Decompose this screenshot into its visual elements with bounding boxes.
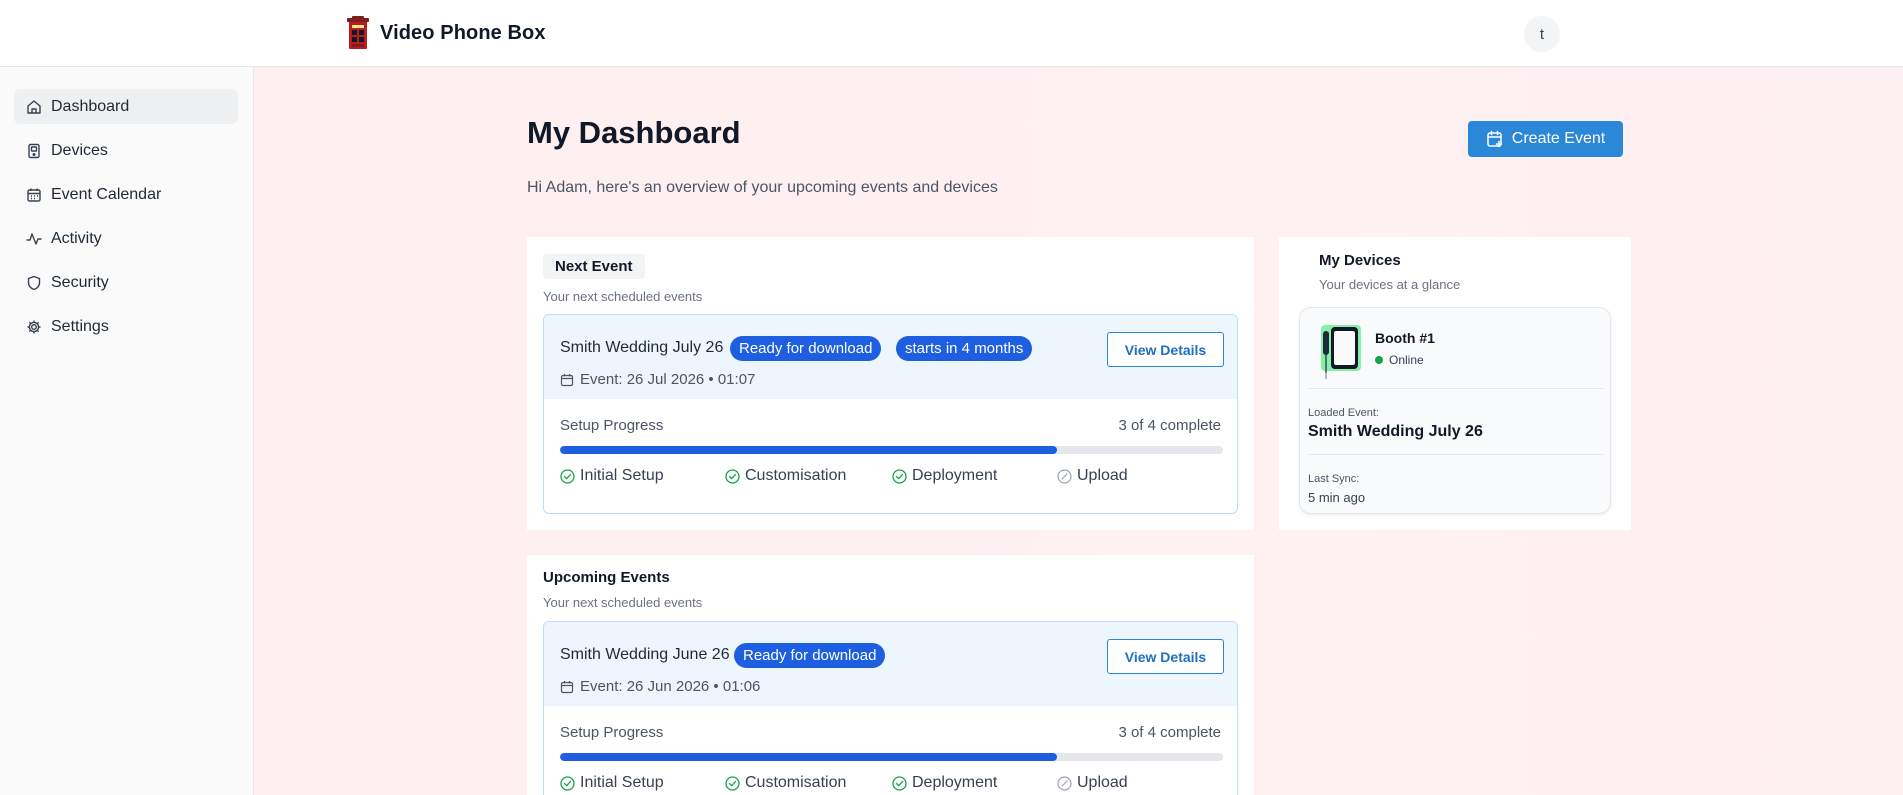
event-date-text: Event: 26 Jun 2026 • 01:06 [580,678,761,695]
device-name: Booth #1 [1375,330,1435,346]
check-circle-icon [892,468,907,484]
check-circle-icon [892,775,907,791]
view-details-button[interactable]: View Details [1107,332,1224,367]
setup-progress-bar [560,753,1223,761]
event-item: Smith Wedding June 26 Ready for download… [543,621,1238,795]
next-event-subtitle: Your next scheduled events [543,289,703,304]
event-name: Smith Wedding June 26 [560,646,730,663]
page-subtitle: Hi Adam, here's an overview of your upco… [527,179,998,196]
check-circle-icon [725,775,740,791]
my-devices-title: My Devices [1319,252,1401,269]
divider [1308,454,1604,455]
step-initial-setup: Initial Setup [560,774,664,792]
top-header: Video Phone Box t [0,0,1903,67]
sidebar: Dashboard Devices Event Calendar Activit… [0,67,254,795]
phone-booth-device-icon [1321,325,1361,379]
sidebar-item-security[interactable]: Security [14,265,238,300]
device-card[interactable]: Booth #1 Online Loaded Event: Smith Wedd… [1299,307,1611,514]
last-sync-label: Last Sync: [1308,473,1360,485]
sidebar-item-activity[interactable]: Activity [14,221,238,256]
home-icon [27,99,41,114]
calendar-icon [27,188,41,202]
loaded-event-name: Smith Wedding July 26 [1308,423,1483,440]
next-event-card: Next Event Your next scheduled events Sm… [527,237,1254,530]
status-badge: Ready for download [734,643,886,668]
step-upload: Upload [1057,774,1128,792]
calendar-icon [560,680,574,693]
setup-progress-count: 3 of 4 complete [1118,724,1221,741]
progress-fill [560,753,1058,761]
upcoming-events-card: Upcoming Events Your next scheduled even… [527,555,1254,795]
online-status-dot [1375,356,1383,364]
step-deployment: Deployment [892,774,997,792]
view-details-button[interactable]: View Details [1107,639,1224,674]
step-deployment: Deployment [892,467,997,485]
avatar[interactable]: t [1524,16,1560,52]
event-name: Smith Wedding July 26 [560,339,724,356]
step-customisation: Customisation [725,774,846,792]
status-badge: Ready for download [730,336,882,361]
loaded-event-label: Loaded Event: [1308,407,1379,419]
setup-progress-bar [560,446,1223,454]
check-circle-icon [560,468,575,484]
check-circle-icon [560,775,575,791]
pending-circle-icon [1057,468,1072,484]
step-initial-setup: Initial Setup [560,467,664,485]
sidebar-item-devices[interactable]: Devices [14,133,238,168]
setup-progress-label: Setup Progress [560,724,664,741]
sidebar-item-label: Activity [51,229,102,247]
create-event-label: Create Event [1511,130,1606,147]
device-status: Online [1375,353,1424,367]
sidebar-item-settings[interactable]: Settings [14,309,238,344]
brand[interactable]: Video Phone Box [346,16,546,50]
next-event-title: Next Event [543,254,645,279]
sidebar-item-label: Event Calendar [51,185,162,203]
sidebar-item-dashboard[interactable]: Dashboard [14,89,238,124]
page-title: My Dashboard [527,115,741,150]
time-badge: starts in 4 months [896,336,1033,361]
activity-icon [26,232,42,245]
device-status-text: Online [1389,353,1424,367]
my-devices-card: My Devices Your devices at a glance Boot… [1279,237,1631,530]
gear-icon [27,320,41,333]
divider [1308,388,1604,389]
my-devices-subtitle: Your devices at a glance [1319,277,1461,292]
upcoming-events-title: Upcoming Events [543,569,670,586]
sidebar-item-label: Dashboard [51,97,130,115]
event-date: Event: 26 Jun 2026 • 01:06 [560,678,760,695]
last-sync-value: 5 min ago [1308,490,1366,505]
upcoming-events-subtitle: Your next scheduled events [543,595,703,610]
phone-box-logo-icon [347,16,369,49]
step-upload: Upload [1057,467,1128,485]
step-customisation: Customisation [725,467,846,485]
sidebar-item-event-calendar[interactable]: Event Calendar [14,177,238,212]
create-event-button[interactable]: Create Event [1468,121,1623,157]
device-icon [28,143,40,158]
setup-progress-label: Setup Progress [560,417,664,434]
event-item: Smith Wedding July 26 Ready for download… [543,314,1238,514]
progress-fill [560,446,1058,454]
event-date-text: Event: 26 Jul 2026 • 01:07 [580,371,756,388]
app-title: Video Phone Box [380,21,546,44]
sidebar-item-label: Devices [51,141,108,159]
check-circle-icon [725,468,740,484]
calendar-plus-icon [1487,130,1503,148]
pending-circle-icon [1057,775,1072,791]
event-date: Event: 26 Jul 2026 • 01:07 [560,371,755,388]
sidebar-item-label: Security [51,273,109,291]
sidebar-item-label: Settings [51,317,109,335]
setup-progress-count: 3 of 4 complete [1118,417,1221,434]
shield-icon [27,275,41,290]
calendar-icon [560,373,574,386]
